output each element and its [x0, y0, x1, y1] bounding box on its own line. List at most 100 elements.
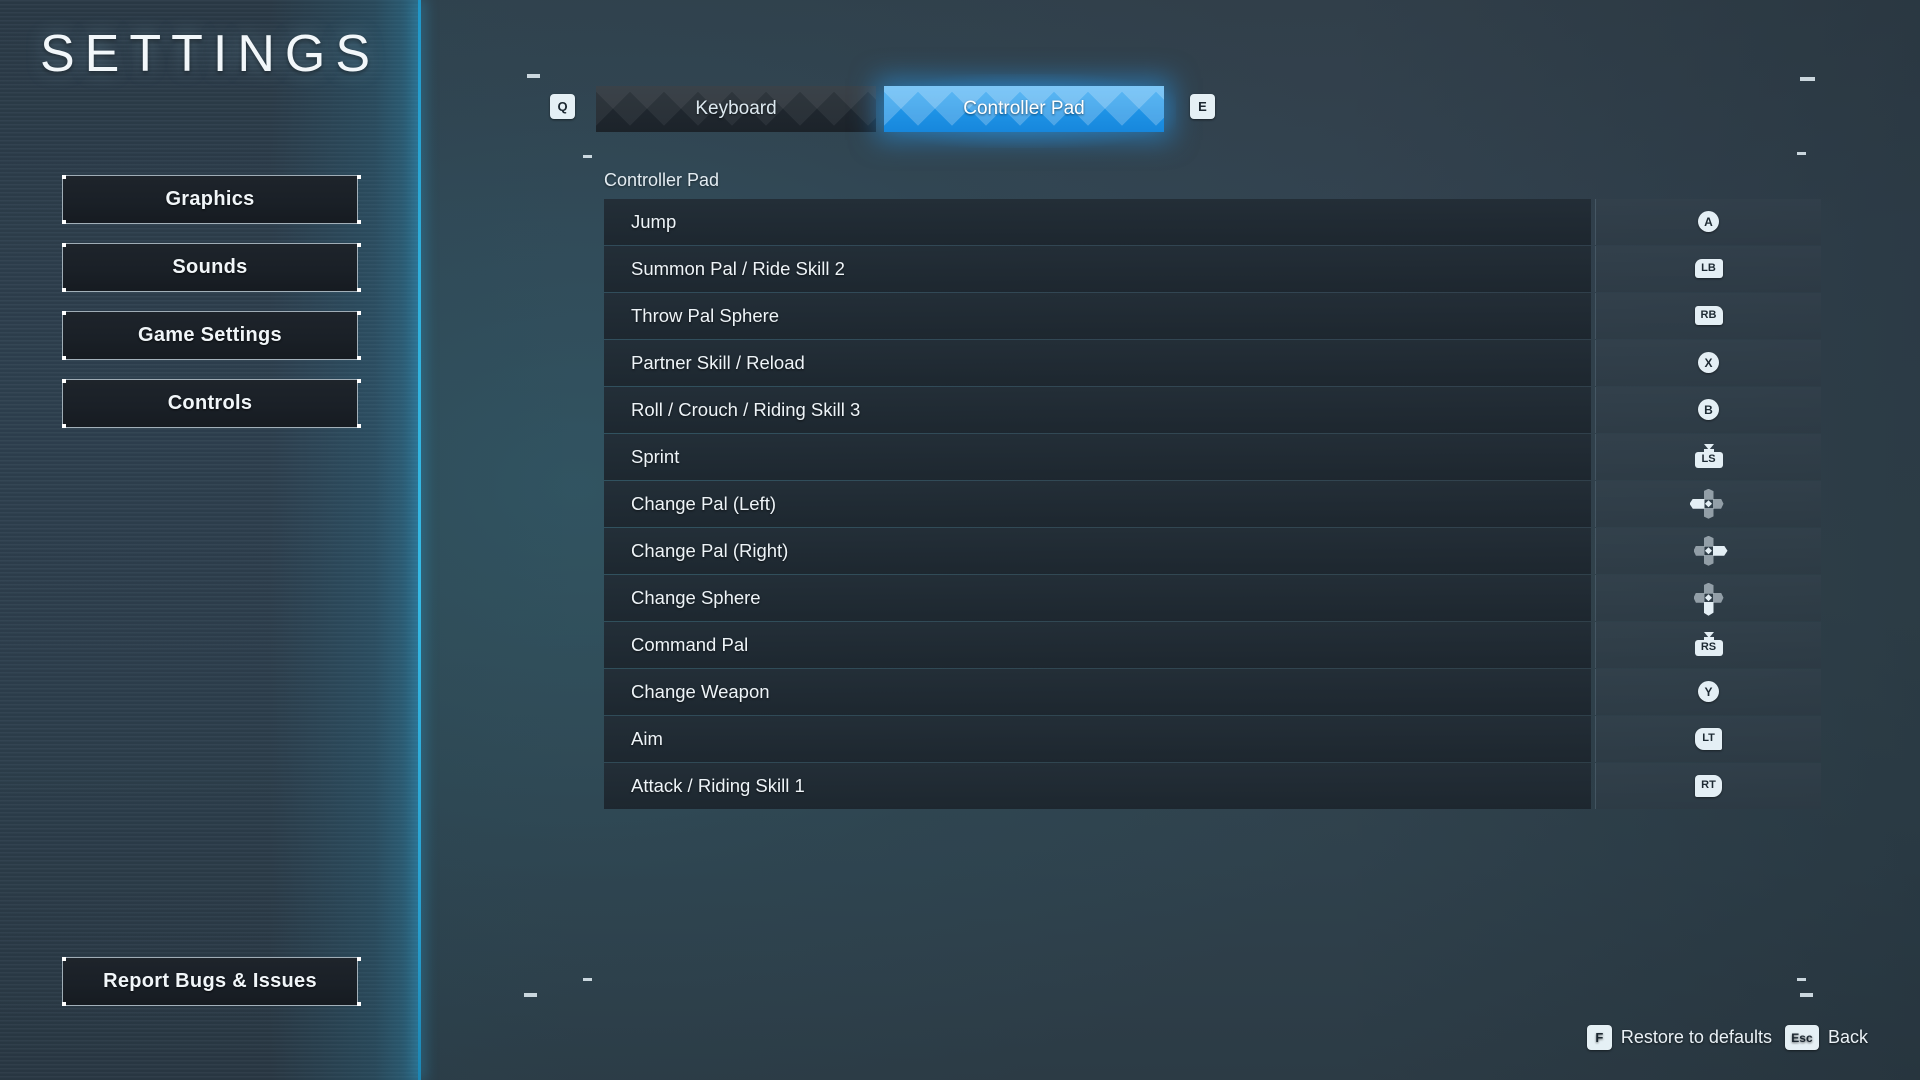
- dpad-left: [1693, 545, 1705, 556]
- dpad-right: [1712, 498, 1724, 509]
- binding-cell[interactable]: LS: [1595, 434, 1821, 480]
- tab-controller-pad[interactable]: Controller Pad: [884, 86, 1164, 132]
- dpad-right: [1712, 592, 1724, 603]
- table-row[interactable]: Roll / Crouch / Riding Skill 3 B: [604, 387, 1821, 433]
- gamepad-rb-icon: RB: [1694, 306, 1723, 326]
- back-hint[interactable]: Esc Back: [1784, 1025, 1868, 1050]
- gamepad-lt-icon: LT: [1695, 727, 1722, 750]
- action-name: Attack / Riding Skill 1: [604, 763, 1591, 809]
- gamepad-b-icon: B: [1698, 399, 1719, 421]
- sidebar-item-label: Graphics: [165, 188, 255, 210]
- sidebar-item-graphics[interactable]: Graphics: [62, 175, 358, 224]
- tab-keyboard[interactable]: Keyboard: [596, 86, 876, 132]
- action-name: Change Sphere: [604, 575, 1591, 621]
- binding-cell[interactable]: B: [1595, 387, 1821, 433]
- action-name: Throw Pal Sphere: [604, 293, 1591, 339]
- sidebar-item-controls[interactable]: Controls: [62, 379, 358, 428]
- gamepad-rt-icon: RT: [1695, 774, 1722, 797]
- dpad-hub: [1704, 594, 1713, 602]
- gamepad-lb-icon: LB: [1694, 259, 1723, 279]
- table-row[interactable]: Aim LT: [604, 716, 1821, 762]
- gamepad-x-icon: X: [1698, 352, 1719, 374]
- binding-cell[interactable]: [1595, 481, 1821, 527]
- gamepad-dpad-down-icon: [1693, 582, 1724, 616]
- table-row[interactable]: Change Pal (Right): [604, 528, 1821, 574]
- action-name: Change Pal (Right): [604, 528, 1591, 574]
- dpad-down-active: [1703, 601, 1714, 616]
- binding-cell[interactable]: RB: [1595, 293, 1821, 339]
- table-row[interactable]: Change Sphere: [604, 575, 1821, 621]
- restore-defaults-hint[interactable]: F Restore to defaults: [1586, 1025, 1772, 1050]
- dpad-up: [1703, 535, 1714, 547]
- action-name: Change Pal (Left): [604, 481, 1591, 527]
- stick-label: LS: [1694, 451, 1723, 468]
- binding-cell[interactable]: Y: [1595, 669, 1821, 715]
- action-name: Partner Skill / Reload: [604, 340, 1591, 386]
- sidebar-item-sounds[interactable]: Sounds: [62, 243, 358, 292]
- table-row[interactable]: Attack / Riding Skill 1 RT: [604, 763, 1821, 809]
- dpad-left-active: [1689, 498, 1705, 509]
- binding-cell[interactable]: [1595, 575, 1821, 621]
- table-row[interactable]: Partner Skill / Reload X: [604, 340, 1821, 386]
- table-row[interactable]: Throw Pal Sphere RB: [604, 293, 1821, 339]
- table-row[interactable]: Sprint LS: [604, 434, 1821, 480]
- binding-cell[interactable]: [1595, 528, 1821, 574]
- sidebar-divider: [418, 0, 421, 1080]
- sidebar-nav: Graphics Sounds Game Settings Controls: [62, 175, 358, 447]
- sidebar-item-label: Game Settings: [138, 324, 282, 346]
- dpad-right-active: [1712, 545, 1728, 556]
- decor-dash: [524, 993, 537, 997]
- dpad-down: [1703, 507, 1714, 519]
- action-name: Jump: [604, 199, 1591, 245]
- binding-cell[interactable]: RS: [1595, 622, 1821, 668]
- dpad-up: [1703, 488, 1714, 500]
- sidebar-scanline-texture: [0, 0, 420, 1080]
- dpad-left: [1693, 592, 1705, 603]
- section-label: Controller Pad: [604, 170, 720, 190]
- gamepad-left-stick-click-icon: LS: [1692, 443, 1726, 470]
- gamepad-right-stick-click-icon: RS: [1692, 631, 1726, 658]
- report-bugs-button[interactable]: Report Bugs & Issues: [62, 957, 358, 1006]
- footer-hints: F Restore to defaults Esc Back: [1586, 1025, 1868, 1050]
- gamepad-dpad-right-icon: [1693, 535, 1728, 566]
- sidebar-glow: [270, 0, 420, 1080]
- settings-screen: SETTINGS Graphics Sounds Game Settings C…: [0, 0, 1920, 1080]
- dpad-hub: [1704, 547, 1713, 555]
- table-row[interactable]: Summon Pal / Ride Skill 2 LB: [604, 246, 1821, 292]
- table-row[interactable]: Command Pal RS: [604, 622, 1821, 668]
- binding-cell[interactable]: LB: [1595, 246, 1821, 292]
- binding-cell[interactable]: A: [1595, 199, 1821, 245]
- action-name: Roll / Crouch / Riding Skill 3: [604, 387, 1591, 433]
- decor-dash: [527, 74, 540, 78]
- sidebar: SETTINGS Graphics Sounds Game Settings C…: [0, 0, 420, 1080]
- decor-dash: [1797, 978, 1806, 981]
- table-row[interactable]: Change Weapon Y: [604, 669, 1821, 715]
- stick-label: RS: [1694, 639, 1723, 656]
- gamepad-dpad-left-icon: [1689, 488, 1724, 519]
- table-row[interactable]: Jump A: [604, 199, 1821, 245]
- page-title: SETTINGS: [39, 25, 381, 83]
- action-name: Sprint: [604, 434, 1591, 480]
- binding-cell[interactable]: RT: [1595, 763, 1821, 809]
- sidebar-item-game-settings[interactable]: Game Settings: [62, 311, 358, 360]
- table-row[interactable]: Change Pal (Left): [604, 481, 1821, 527]
- report-bugs-label: Report Bugs & Issues: [103, 970, 317, 992]
- dpad-hub: [1704, 500, 1713, 508]
- binding-cell[interactable]: X: [1595, 340, 1821, 386]
- sidebar-item-label: Sounds: [172, 256, 248, 278]
- binding-cell[interactable]: LT: [1595, 716, 1821, 762]
- action-name: Summon Pal / Ride Skill 2: [604, 246, 1591, 292]
- decor-dash: [583, 155, 592, 158]
- gamepad-a-icon: A: [1698, 211, 1719, 233]
- gamepad-y-icon: Y: [1698, 681, 1719, 703]
- key-f-icon: F: [1586, 1025, 1612, 1050]
- tab-next-key-hint[interactable]: E: [1190, 94, 1215, 119]
- action-name: Aim: [604, 716, 1591, 762]
- tab-label: Keyboard: [695, 98, 777, 119]
- tab-prev-key-hint[interactable]: Q: [550, 94, 575, 119]
- restore-defaults-label: Restore to defaults: [1620, 1027, 1772, 1047]
- action-name: Change Weapon: [604, 669, 1591, 715]
- action-name: Command Pal: [604, 622, 1591, 668]
- tab-label: Controller Pad: [963, 98, 1085, 119]
- key-esc-icon: Esc: [1784, 1025, 1819, 1050]
